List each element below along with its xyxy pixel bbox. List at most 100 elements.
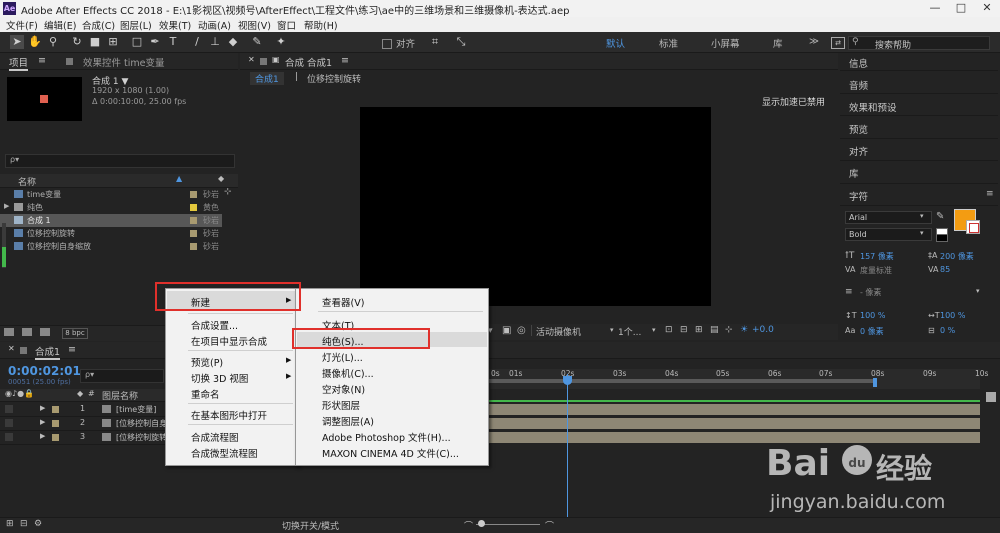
tsume-value[interactable]: 0 %	[940, 326, 955, 335]
work-area-end-handle[interactable]	[873, 378, 877, 387]
label-color[interactable]	[190, 217, 197, 224]
rotate-tool-icon[interactable]: ↻	[70, 35, 84, 49]
font-family-dropdown[interactable]: Arial	[845, 211, 932, 224]
project-item[interactable]: 位移控制自身缩放 砂岩	[0, 240, 222, 253]
expand-icon[interactable]: ▶	[40, 418, 45, 426]
menu-item-preview[interactable]: 预览(P)	[191, 355, 223, 369]
sort-up-icon[interactable]: ▲	[176, 174, 182, 183]
layer-bar[interactable]	[489, 404, 980, 415]
panel-libraries[interactable]: 库	[849, 166, 859, 180]
maximize-button[interactable]: □	[950, 0, 972, 17]
menu-item-open-essential-graphics[interactable]: 在基本图形中打开	[191, 408, 267, 422]
timeline-nav-icon[interactable]	[986, 392, 996, 402]
panel-menu-icon[interactable]: ≡	[68, 344, 76, 355]
label-color[interactable]	[190, 243, 197, 250]
zoom-out-icon[interactable]: ⌒	[464, 519, 473, 532]
project-item[interactable]: ▶ 纯色 黄色	[0, 201, 222, 214]
close-button[interactable]: ✕	[976, 0, 998, 17]
menu-effect[interactable]: 效果(T)	[159, 18, 191, 32]
draft-3d-icon[interactable]: ⊟	[680, 325, 688, 335]
camera-tool-icon[interactable]: ■	[88, 35, 102, 49]
hand-tool-icon[interactable]: ✋	[28, 35, 42, 49]
expand-icon[interactable]: ▶	[40, 404, 45, 412]
snap-options-icon[interactable]: ⤡	[454, 35, 468, 49]
kerning-value[interactable]: 度量标准	[860, 265, 892, 276]
search-help-field[interactable]: ⚲ 搜索帮助	[848, 36, 990, 51]
menu-item-reveal-in-project[interactable]: 在项目中显示合成	[191, 334, 267, 348]
menu-help[interactable]: 帮助(H)	[304, 18, 338, 32]
sub-tab-comp1[interactable]: 合成1	[250, 72, 284, 85]
sync-icon[interactable]: ⇄	[831, 37, 845, 49]
submenu-item-adjustment-layer[interactable]: 调整图层(A)	[322, 414, 374, 428]
visibility-toggle[interactable]	[5, 433, 13, 441]
visibility-toggle[interactable]	[5, 419, 13, 427]
new-folder-icon[interactable]	[22, 328, 32, 336]
target-icon[interactable]: ◎	[517, 325, 526, 336]
submenu-item-camera[interactable]: 摄像机(C)...	[322, 366, 374, 380]
column-name[interactable]: 名称	[18, 175, 36, 188]
type-tool-icon[interactable]: T	[166, 35, 180, 49]
submenu-item-null-object[interactable]: 空对象(N)	[322, 382, 365, 396]
align-checkbox[interactable]	[382, 39, 392, 49]
sub-tab-rotation[interactable]: 位移控制旋转	[307, 72, 361, 85]
toggle-switches-modes-label[interactable]: 切换开关/模式	[282, 519, 339, 532]
tracking-value[interactable]: 85	[940, 265, 950, 274]
tab-project[interactable]: 项目	[9, 55, 29, 71]
interpret-footage-icon[interactable]	[4, 328, 14, 336]
clone-stamp-tool-icon[interactable]: ⊥	[208, 35, 222, 49]
workspace-menu-icon[interactable]: ≫	[809, 36, 819, 47]
toggle-stretch-icon[interactable]: ⚙	[34, 519, 42, 529]
column-layer-name[interactable]: 图层名称	[102, 389, 138, 402]
work-area-bar[interactable]	[489, 379, 877, 383]
layer-name[interactable]: [位移控制自身	[116, 418, 167, 429]
baseline-value[interactable]: 0 像素	[860, 326, 884, 337]
vertical-scale-value[interactable]: 100 %	[860, 311, 885, 320]
tab-composition[interactable]: 合成 合成1	[285, 55, 332, 69]
font-style-dropdown[interactable]: Bold	[845, 228, 932, 241]
close-tab-icon[interactable]: ✕	[248, 55, 255, 64]
label-color[interactable]	[190, 204, 197, 211]
menu-item-mini-flowchart[interactable]: 合成微型流程图	[191, 446, 258, 460]
panel-menu-icon[interactable]: ≡	[38, 55, 46, 66]
layer-label-color[interactable]	[52, 420, 59, 427]
exposure-icon[interactable]: ☀	[740, 325, 748, 335]
layer-name[interactable]: [位移控制旋转	[116, 432, 167, 443]
tab-effect-controls[interactable]: 效果控件 time变量	[83, 55, 164, 69]
workspace-standard[interactable]: 标准	[659, 36, 678, 50]
submenu-item-viewer[interactable]: 查看器(V)	[322, 295, 364, 309]
menu-layer[interactable]: 图层(L)	[120, 18, 152, 32]
panel-menu-icon[interactable]: ≡	[986, 189, 994, 199]
timeline-icon[interactable]: ▤	[710, 325, 719, 335]
playhead-line[interactable]	[567, 374, 568, 532]
stroke-width-value[interactable]: - 像素	[860, 287, 881, 298]
menu-window[interactable]: 窗口	[277, 18, 296, 32]
toggle-modes-icon[interactable]: ⊟	[20, 519, 28, 529]
zoom-slider-thumb[interactable]	[478, 520, 485, 527]
exposure-value[interactable]: +0.0	[752, 325, 774, 335]
panel-info[interactable]: 信息	[849, 56, 868, 70]
layer-label-color[interactable]	[52, 434, 59, 441]
menu-animation[interactable]: 动画(A)	[198, 18, 231, 32]
menu-file[interactable]: 文件(F)	[6, 18, 38, 32]
menu-item-rename[interactable]: 重命名	[191, 387, 220, 401]
submenu-item-light[interactable]: 灯光(L)...	[322, 350, 363, 364]
panel-character[interactable]: 字符	[849, 189, 868, 203]
brush-tool-icon[interactable]: /	[190, 35, 204, 49]
eraser-tool-icon[interactable]: ◆	[226, 35, 240, 49]
label-color[interactable]	[190, 191, 197, 198]
tab-timeline-comp1[interactable]: 合成1	[35, 344, 61, 360]
submenu-item-photoshop-file[interactable]: Adobe Photoshop 文件(H)...	[322, 430, 451, 444]
menu-view[interactable]: 视图(V)	[238, 18, 271, 32]
roto-brush-tool-icon[interactable]: ✎	[250, 35, 264, 49]
panel-effects-presets[interactable]: 效果和预设	[849, 100, 897, 114]
label-column-icon[interactable]: ◆	[77, 389, 83, 398]
zoom-slider-track[interactable]	[476, 524, 540, 525]
scroll-thumb[interactable]	[2, 247, 6, 267]
zoom-tool-icon[interactable]: ⚲	[46, 35, 60, 49]
av-switches-icon[interactable]: ◉♪●🔒	[5, 389, 34, 398]
leading-value[interactable]: 200 像素	[940, 251, 974, 262]
panel-align[interactable]: 对齐	[849, 144, 868, 158]
stroke-color-swatch[interactable]	[966, 220, 980, 234]
timeline-search-input[interactable]: ρ▾	[80, 369, 164, 383]
label-column-icon[interactable]: ◆	[218, 174, 224, 183]
